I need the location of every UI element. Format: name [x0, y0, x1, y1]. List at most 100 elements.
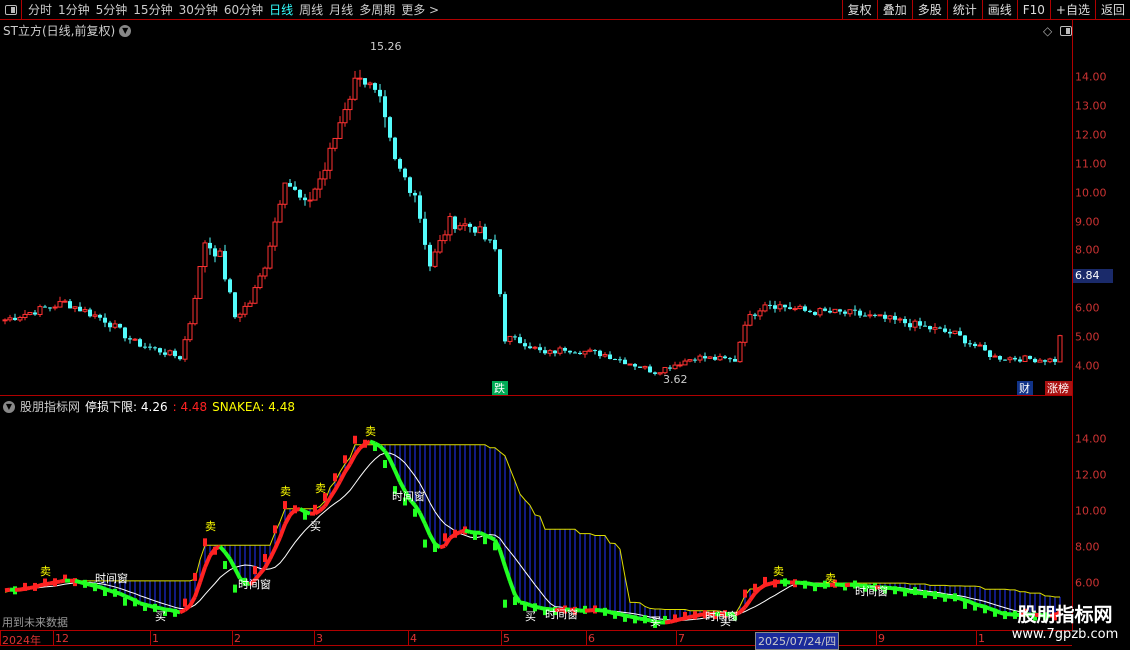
snake-line-segment: [154, 605, 161, 611]
signal-block: [743, 589, 747, 598]
snake-line-segment: [433, 542, 442, 550]
snake-line-segment: [418, 512, 427, 525]
candle-body: [638, 366, 642, 368]
candle-body: [192, 297, 198, 325]
snake-line-segment: [124, 594, 131, 600]
current-price-badge: 6.84: [1073, 269, 1113, 283]
indicator-name[interactable]: 股朋指标网: [20, 398, 80, 415]
candle-body: [788, 307, 792, 309]
candle-body: [62, 300, 68, 303]
toolbar-button[interactable]: 返回: [1094, 0, 1130, 20]
snake-line-segment: [503, 565, 512, 582]
candle-body: [493, 239, 497, 250]
candle-body: [347, 98, 353, 111]
snake-line-segment: [664, 619, 671, 625]
candle-body: [938, 327, 942, 329]
candle-body: [538, 347, 542, 351]
date-label: 2: [234, 632, 241, 645]
candle-body: [22, 313, 28, 318]
candle-body: [303, 197, 307, 201]
candle-body: [823, 308, 827, 311]
candle-body: [723, 356, 727, 359]
date-cursor-label: 2025/07/24/四: [755, 632, 840, 650]
candle-body: [832, 308, 838, 314]
candle-body: [447, 216, 453, 236]
candle-body: [293, 186, 297, 190]
signal-block: [343, 455, 347, 464]
snake-line-segment: [228, 558, 237, 570]
candle-body: [528, 346, 532, 349]
snake-line-segment: [203, 554, 212, 569]
snake-line-segment: [439, 543, 446, 550]
candle-body: [803, 306, 807, 311]
chevron-down-icon[interactable]: ▼: [3, 400, 15, 413]
candle-body: [547, 350, 553, 354]
indicator-title: ▼ 股朋指标网 停损下限: 4.26 : 4.48 SNAKEA: 4.48: [3, 398, 295, 415]
candle-body: [388, 117, 392, 138]
candle-body: [1018, 359, 1022, 362]
snake-line-segment: [784, 579, 791, 585]
y-tick-label: 10.00: [1075, 504, 1107, 518]
candle-body: [187, 323, 193, 341]
candle-body: [148, 346, 152, 348]
date-label: 1: [152, 632, 159, 645]
snake-line-segment: [374, 441, 381, 448]
snake-line-segment: [378, 444, 387, 453]
snake-line-segment: [624, 613, 631, 619]
snake-line-segment: [498, 549, 507, 567]
candle-body: [78, 306, 82, 312]
candle-body: [523, 343, 527, 347]
candle-body: [357, 77, 363, 80]
candle-body: [742, 324, 748, 343]
candle-body: [228, 279, 232, 293]
snake-line-segment: [74, 578, 81, 585]
candle-body: [153, 347, 157, 349]
signal-block: [353, 435, 357, 444]
candle-body: [897, 318, 903, 321]
watermark: 股朋指标网 www.7gpzb.com: [1000, 600, 1130, 642]
candle-body: [33, 312, 37, 315]
date-label: 4: [410, 632, 417, 645]
candle-body: [307, 199, 313, 202]
candle-body: [457, 225, 463, 230]
snake-line-segment: [614, 611, 621, 617]
snake-line-segment: [338, 470, 347, 483]
panel-divider[interactable]: [0, 395, 1072, 396]
snake-line-segment: [94, 584, 101, 589]
candle-body: [573, 352, 577, 354]
date-gridline: [501, 631, 502, 645]
y-tick-label: 6.00: [1075, 576, 1100, 590]
candle-body: [948, 331, 952, 334]
candle-body: [777, 304, 783, 310]
signal-block: [223, 561, 227, 570]
snake-line-segment: [479, 530, 486, 537]
candle-body: [747, 314, 753, 326]
snake-line-segment: [54, 579, 61, 585]
candle-body: [118, 323, 122, 328]
snake-line-segment: [24, 585, 31, 591]
snake-line-segment: [364, 439, 371, 446]
candle-body: [697, 355, 703, 361]
candle-body: [68, 301, 72, 309]
y-tick-label: 13.00: [1075, 99, 1107, 113]
candle-body: [773, 305, 777, 309]
snake-line-segment: [283, 514, 292, 526]
candle-body: [1053, 359, 1057, 362]
candle-body: [687, 359, 693, 362]
y-tick-label: 4.00: [1075, 359, 1100, 373]
date-gridline: [408, 631, 409, 645]
snake-line-segment: [964, 598, 971, 604]
candle-body: [282, 182, 288, 205]
candle-body: [768, 304, 772, 306]
price-chart[interactable]: 15.263.62跌财涨榜卖卖卖 卖卖卖卖买买买买买时间窗 时间窗时间窗时间窗 时间窗…: [0, 0, 1072, 630]
candle-body: [363, 78, 367, 85]
candle-body: [418, 195, 422, 219]
candle-body: [477, 226, 483, 234]
candle-body: [932, 327, 938, 330]
candle-body: [963, 335, 967, 344]
snake-line-segment: [268, 547, 277, 560]
candle-body: [598, 350, 602, 357]
candle-body: [713, 356, 717, 360]
candle-body: [498, 249, 502, 295]
snake-line-segment: [278, 523, 287, 539]
